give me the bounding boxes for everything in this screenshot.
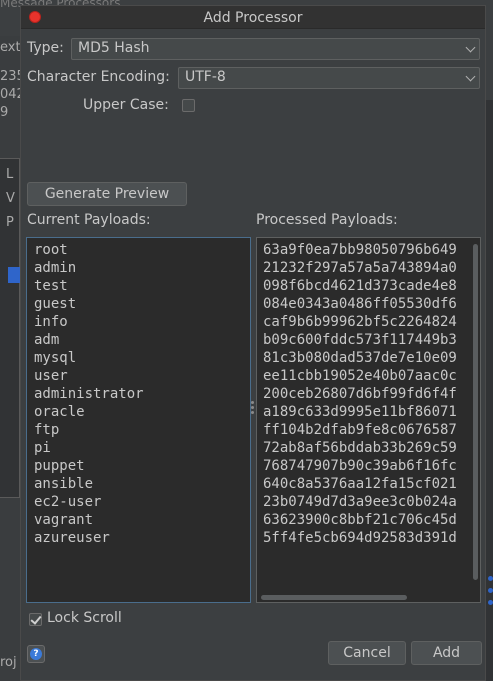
bg-selection: [8, 267, 20, 283]
help-button[interactable]: ?: [27, 645, 45, 663]
list-item[interactable]: a189c633d9995e11bf86071: [263, 403, 480, 421]
bg-marker: [488, 588, 493, 593]
current-payloads-label: Current Payloads:: [27, 212, 151, 228]
list-item[interactable]: 640c8a5376aa12fa15cf021: [263, 475, 480, 493]
lock-scroll-checkbox[interactable]: [29, 613, 42, 626]
encoding-select[interactable]: UTF-8: [178, 67, 480, 89]
list-item[interactable]: user: [34, 367, 250, 385]
lock-scroll-label: Lock Scroll: [47, 610, 122, 626]
list-item[interactable]: 21232f297a57a5a743894a0: [263, 259, 480, 277]
list-item[interactable]: 200ceb26807d6bf99fd6f4f: [263, 385, 480, 403]
encoding-select-value: UTF-8: [185, 69, 226, 85]
type-label: Type:: [27, 40, 64, 56]
help-icon: ?: [30, 648, 42, 660]
dialog-title: Add Processor: [203, 10, 303, 26]
list-item[interactable]: admin: [34, 259, 250, 277]
bg-letter: P: [6, 215, 14, 230]
horizontal-scrollbar[interactable]: [261, 595, 407, 600]
list-item[interactable]: 81c3b080dad537de7e10e09: [263, 349, 480, 367]
list-item[interactable]: 23b0749d7d3a9ee3c0b024a: [263, 493, 480, 511]
list-item[interactable]: ec2-user: [34, 493, 250, 511]
list-item[interactable]: ee11cbb19052e40b07aac0c: [263, 367, 480, 385]
list-item[interactable]: b09c600fddc573f117449b3: [263, 331, 480, 349]
list-item[interactable]: pi: [34, 439, 250, 457]
list-item[interactable]: guest: [34, 295, 250, 313]
bg-right-strip: [486, 100, 493, 681]
list-item[interactable]: puppet: [34, 457, 250, 475]
bg-bottom-fragment: roj: [0, 655, 17, 670]
bg-list-panel: [0, 158, 20, 498]
list-item[interactable]: vagrant: [34, 511, 250, 529]
current-payloads-list[interactable]: root admin test guest info adm mysql user admini…: [26, 237, 251, 603]
chevron-down-icon: [465, 71, 476, 82]
list-item[interactable]: test: [34, 277, 250, 295]
list-item[interactable]: 768747907b90c39ab6f16fc: [263, 457, 480, 475]
bg-marker: [488, 600, 493, 605]
bg-fragment: ext: [0, 40, 21, 55]
bg-letter: L: [6, 167, 14, 182]
list-item[interactable]: mysql: [34, 349, 250, 367]
encoding-label: Character Encoding:: [27, 69, 170, 85]
list-item[interactable]: 098f6bcd4621d373cade4e8: [263, 277, 480, 295]
list-item[interactable]: ftp: [34, 421, 250, 439]
bg-fragment: 9: [0, 105, 9, 120]
dialog-titlebar[interactable]: Add Processor: [21, 6, 485, 29]
list-item[interactable]: info: [34, 313, 250, 331]
list-item[interactable]: 5ff4fe5cb694d92583d391d: [263, 529, 480, 547]
list-item[interactable]: caf9b6b99962bf5c2264824: [263, 313, 480, 331]
list-item[interactable]: adm: [34, 331, 250, 349]
type-select-value: MD5 Hash: [78, 40, 150, 56]
uppercase-label: Upper Case:: [83, 97, 169, 113]
list-item[interactable]: administrator: [34, 385, 250, 403]
generate-preview-button[interactable]: Generate Preview: [27, 182, 187, 206]
splitter-handle[interactable]: [251, 401, 254, 415]
uppercase-checkbox[interactable]: [182, 99, 195, 112]
list-item[interactable]: ff104b2dfab9fe8c0676587: [263, 421, 480, 439]
cancel-button[interactable]: Cancel: [328, 641, 406, 665]
list-item[interactable]: 63a9f0ea7bb98050796b649: [263, 241, 480, 259]
list-item[interactable]: ansible: [34, 475, 250, 493]
list-item[interactable]: oracle: [34, 403, 250, 421]
bg-marker: [488, 576, 493, 581]
chevron-down-icon: [465, 42, 476, 53]
vertical-scrollbar[interactable]: [473, 244, 478, 580]
processed-payloads-list[interactable]: 63a9f0ea7bb98050796b649 21232f297a57a5a74…: [256, 237, 481, 603]
list-item[interactable]: root: [34, 241, 250, 259]
add-button[interactable]: Add: [411, 641, 482, 665]
add-processor-dialog: Add Processor Type: MD5 Hash Character E…: [20, 5, 486, 681]
list-item[interactable]: 72ab8af56bddab33b269c59: [263, 439, 480, 457]
processed-payloads-label: Processed Payloads:: [256, 212, 398, 228]
bg-letter: V: [6, 191, 15, 206]
list-item[interactable]: 084e0343a0486ff05530df6: [263, 295, 480, 313]
list-item[interactable]: 63623900c8bbf21c706c45d: [263, 511, 480, 529]
list-item[interactable]: azureuser: [34, 529, 250, 547]
type-select[interactable]: MD5 Hash: [71, 38, 480, 60]
